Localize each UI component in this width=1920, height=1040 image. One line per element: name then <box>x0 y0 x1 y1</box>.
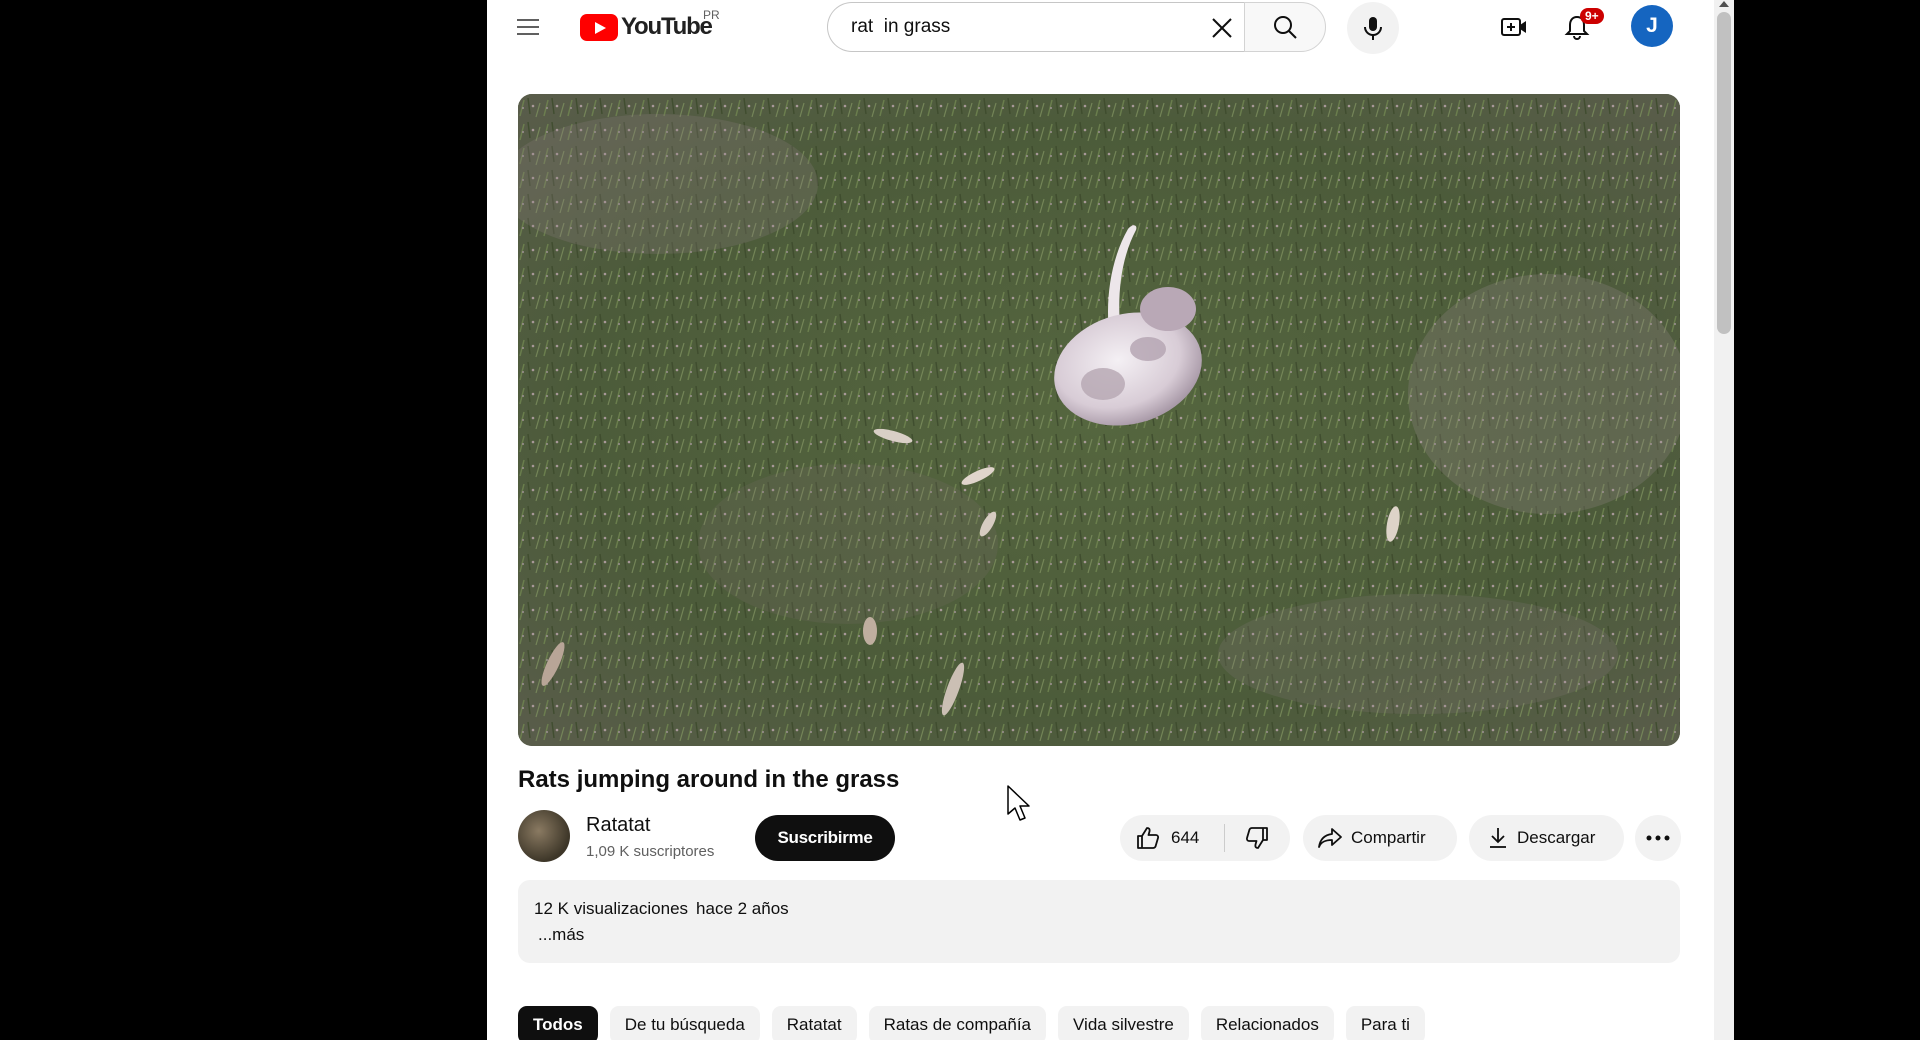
upload-date: hace 2 años <box>696 899 789 918</box>
video-frame <box>518 94 1680 746</box>
chip-ratas-de-compania[interactable]: Ratas de compañía <box>868 1006 1047 1040</box>
thumbs-down-icon <box>1245 827 1268 849</box>
chip-de-tu-busqueda[interactable]: De tu búsqueda <box>609 1006 760 1040</box>
related-filter-chips: Todos De tu búsqueda Ratatat Ratas de co… <box>518 1006 1425 1040</box>
page-scrollbar[interactable] <box>1714 0 1734 1040</box>
youtube-watch-page: YouTube PR rat in grass 9+ J Rats jumpin… <box>487 0 1734 1040</box>
masthead: YouTube PR rat in grass 9+ J <box>487 0 1734 56</box>
share-button[interactable]: Compartir <box>1303 815 1457 861</box>
youtube-play-icon <box>580 13 618 41</box>
chip-relacionados[interactable]: Relacionados <box>1200 1006 1334 1040</box>
chip-todos[interactable]: Todos <box>518 1006 598 1040</box>
microphone-icon <box>1364 17 1382 40</box>
download-button[interactable]: Descargar <box>1469 815 1624 861</box>
search-button[interactable] <box>1244 2 1326 52</box>
description-more-link[interactable]: ...más <box>538 925 584 945</box>
download-icon <box>1490 828 1506 848</box>
video-player[interactable] <box>518 94 1680 746</box>
notification-badge: 9+ <box>1580 8 1604 24</box>
chip-para-ti[interactable]: Para ti <box>1345 1006 1425 1040</box>
channel-name[interactable]: Ratatat <box>586 814 650 837</box>
like-button[interactable]: 644 <box>1120 815 1224 861</box>
share-icon <box>1318 828 1342 848</box>
more-actions-button[interactable] <box>1635 815 1681 861</box>
download-label: Descargar <box>1517 828 1596 847</box>
scrollbar-thumb[interactable] <box>1717 12 1731 334</box>
description-meta: 12 K visualizaciones hace 2 años <box>534 899 789 919</box>
scroll-up-arrow-icon[interactable] <box>1719 1 1729 7</box>
description-box[interactable]: 12 K visualizaciones hace 2 años ...más <box>518 880 1680 963</box>
more-horizontal-icon <box>1646 835 1670 841</box>
voice-search-button[interactable] <box>1347 2 1399 54</box>
create-video-icon[interactable] <box>1499 12 1529 42</box>
subscriber-count: 1,09 K suscriptores <box>586 843 715 860</box>
channel-avatar[interactable] <box>518 810 570 862</box>
chip-ratatat[interactable]: Ratatat <box>771 1006 857 1040</box>
youtube-logo[interactable]: YouTube <box>580 12 713 42</box>
logo-text: YouTube <box>621 13 713 40</box>
search-icon <box>1274 16 1297 39</box>
view-count: 12 K visualizaciones <box>534 899 689 918</box>
like-dislike-group: 644 <box>1120 815 1290 861</box>
logo-region-code: PR <box>703 8 720 22</box>
share-label: Compartir <box>1351 828 1426 847</box>
clear-search-icon[interactable] <box>1209 15 1235 41</box>
thumbs-up-icon <box>1137 827 1160 849</box>
account-avatar[interactable]: J <box>1631 5 1673 47</box>
chip-vida-silvestre[interactable]: Vida silvestre <box>1058 1006 1189 1040</box>
mouse-cursor-icon <box>1006 784 1032 829</box>
dislike-button[interactable] <box>1225 815 1289 861</box>
video-title: Rats jumping around in the grass <box>518 766 900 793</box>
search-box <box>827 2 1245 52</box>
subscribe-button[interactable]: Suscribirme <box>755 815 895 861</box>
search-input[interactable] <box>849 15 1179 39</box>
like-count: 644 <box>1171 828 1200 847</box>
menu-icon[interactable] <box>517 14 543 40</box>
